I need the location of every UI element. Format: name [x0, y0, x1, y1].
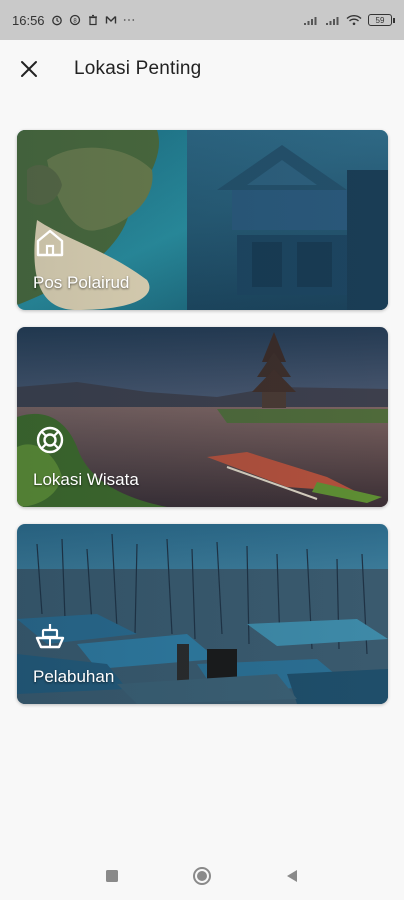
close-icon: [21, 61, 37, 77]
status-bar: 16:56 8 59: [0, 0, 404, 40]
lifebuoy-icon: [36, 426, 64, 454]
circle-icon: [193, 867, 211, 885]
page-title: Lokasi Penting: [74, 58, 202, 79]
wifi-icon: [346, 14, 362, 26]
delete-icon: [88, 14, 97, 26]
ship-icon: [35, 624, 65, 649]
home-button[interactable]: [157, 852, 247, 900]
square-icon: [106, 870, 118, 882]
alarm-icon: [51, 15, 62, 26]
card-label: Lokasi Wisata: [33, 470, 139, 489]
app-bar: Lokasi Penting: [0, 40, 404, 98]
card-label: Pos Polairud: [33, 273, 130, 292]
home-icon: [36, 229, 64, 257]
close-button[interactable]: [14, 54, 44, 84]
mail-icon: [105, 16, 116, 24]
signal-icon: [304, 17, 317, 25]
card-label: Pelabuhan: [33, 667, 115, 686]
card-pos-polairud[interactable]: Pos Polairud: [17, 130, 388, 310]
signal-icon: [326, 17, 339, 25]
back-button[interactable]: [247, 852, 337, 900]
card-pelabuhan[interactable]: Pelabuhan: [17, 524, 388, 704]
recent-apps-button[interactable]: [67, 852, 157, 900]
triangle-back-icon: [287, 870, 297, 882]
system-nav-bar: [0, 852, 404, 900]
more-icon: [123, 19, 134, 21]
status-time: 16:56: [12, 12, 45, 28]
card-lokasi-wisata[interactable]: Lokasi Wisata: [17, 327, 388, 507]
battery-icon: 59: [368, 14, 395, 26]
sync-icon: 8: [69, 14, 80, 26]
